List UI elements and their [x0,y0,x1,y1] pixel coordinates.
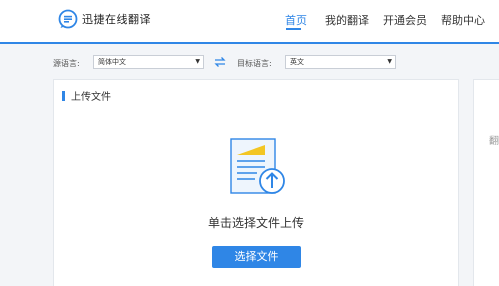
nav-home[interactable]: 首页 [285,12,307,28]
upload-section-title: 上传文件 [71,92,111,103]
swap-languages-icon[interactable] [213,55,227,69]
nav-membership[interactable]: 开通会员 [383,12,427,28]
source-language-label: 源语言: [53,59,80,68]
target-language-label: 目标语言: [237,59,272,68]
main-nav: 首页 我的翻译 开通会员 帮助中心 [0,0,499,44]
source-language-value: 简体中文 [98,58,126,66]
nav-help-center[interactable]: 帮助中心 [441,12,485,28]
document-upload-icon [230,138,285,194]
side-panel-text: 翻 [489,136,499,147]
chevron-down-icon: ▼ [387,58,392,65]
source-language-select[interactable]: 简体中文 ▼ [93,55,204,69]
upload-section-header: 上传文件 [62,88,111,103]
choose-file-button[interactable]: 选择文件 [212,246,301,268]
section-accent-bar [62,90,65,101]
upload-tip-text: 单击选择文件上传 [207,216,304,230]
target-language-value: 英文 [290,58,304,66]
nav-active-indicator [286,28,301,30]
target-language-select[interactable]: 英文 ▼ [285,55,396,69]
top-header: 迅捷在线翻译 首页 我的翻译 开通会员 帮助中心 [0,0,499,44]
nav-my-translations[interactable]: 我的翻译 [325,12,369,28]
upload-card: 上传文件 单击选择文件上传 选择文件 [53,79,459,286]
chevron-down-icon: ▼ [195,58,200,65]
side-panel: 翻 [473,79,499,286]
